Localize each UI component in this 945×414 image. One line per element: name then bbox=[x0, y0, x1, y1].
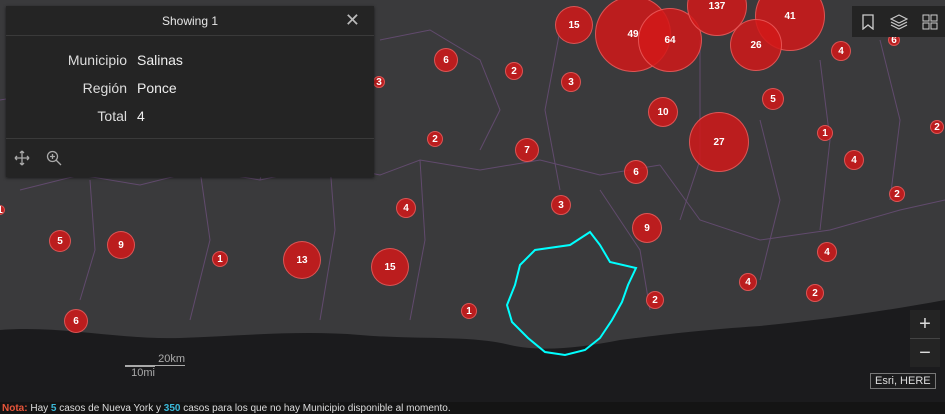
case-bubble[interactable]: 4 bbox=[844, 150, 864, 170]
case-bubble[interactable]: 4 bbox=[396, 198, 416, 218]
note-text-1: Hay bbox=[27, 403, 51, 414]
attr-key: Municipio bbox=[67, 52, 127, 68]
case-bubble[interactable]: 9 bbox=[107, 231, 135, 259]
case-bubble[interactable]: 1 bbox=[817, 125, 833, 141]
case-bubble[interactable]: 26 bbox=[730, 19, 782, 71]
scale-km-label: 20km bbox=[125, 353, 185, 366]
popup-title: Showing 1 bbox=[161, 13, 219, 28]
case-bubble[interactable]: 2 bbox=[505, 62, 523, 80]
case-bubble[interactable]: 3 bbox=[561, 72, 581, 92]
case-bubble[interactable]: 4 bbox=[831, 41, 851, 61]
case-bubble[interactable]: 15 bbox=[555, 6, 593, 44]
case-bubble[interactable]: 15 bbox=[371, 248, 409, 286]
case-bubble[interactable]: 3 bbox=[373, 76, 385, 88]
scale-mi-label: 10mi bbox=[125, 366, 155, 379]
popup-header: Showing 1 ✕ bbox=[6, 6, 374, 36]
attr-value: 4 bbox=[137, 108, 145, 124]
attr-row-region: Región Ponce bbox=[6, 74, 374, 102]
case-bubble[interactable]: 4 bbox=[817, 242, 837, 262]
case-bubble[interactable]: 7 bbox=[515, 138, 539, 162]
footer-note: Nota: Hay 5 casos de Nueva York y 350 ca… bbox=[0, 402, 945, 414]
attribution: Esri, HERE bbox=[870, 373, 936, 389]
attr-row-total: Total 4 bbox=[6, 102, 374, 130]
attr-key: Total bbox=[97, 108, 127, 124]
popup-attributes: Municipio Salinas Región Ponce Total 4 bbox=[6, 36, 374, 130]
case-bubble[interactable]: 9 bbox=[632, 213, 662, 243]
case-bubble[interactable]: 2 bbox=[930, 120, 944, 134]
case-bubble[interactable]: 6 bbox=[434, 48, 458, 72]
case-bubble[interactable]: 1 bbox=[212, 251, 228, 267]
attr-value: Salinas bbox=[137, 52, 183, 68]
case-bubble[interactable]: 13 bbox=[283, 241, 321, 279]
zoom-controls: + − bbox=[910, 310, 940, 367]
layers-icon[interactable] bbox=[883, 6, 914, 37]
zoom-to-icon[interactable] bbox=[38, 143, 70, 173]
popup-panel: Showing 1 ✕ Municipio Salinas Región Pon… bbox=[6, 6, 374, 177]
attr-key: Región bbox=[82, 80, 127, 96]
scale-bar: 20km 10mi bbox=[125, 353, 185, 379]
case-bubble[interactable]: 2 bbox=[646, 291, 664, 309]
case-bubble[interactable]: 4 bbox=[739, 273, 757, 291]
case-bubble[interactable]: 6 bbox=[64, 309, 88, 333]
case-bubble[interactable]: 6 bbox=[624, 160, 648, 184]
basemap-gallery-icon[interactable] bbox=[914, 6, 945, 37]
note-text-2: casos de Nueva York y bbox=[56, 403, 164, 414]
case-bubble[interactable]: 3 bbox=[551, 195, 571, 215]
popup-footer bbox=[6, 138, 374, 177]
attr-row-municipio: Municipio Salinas bbox=[6, 46, 374, 74]
case-bubble[interactable]: 2 bbox=[889, 186, 905, 202]
map-toolbar bbox=[852, 6, 945, 37]
pan-to-icon[interactable] bbox=[6, 143, 38, 173]
close-icon[interactable]: ✕ bbox=[345, 11, 360, 29]
case-bubble[interactable]: 2 bbox=[806, 284, 824, 302]
case-bubble[interactable]: 10 bbox=[648, 97, 678, 127]
case-bubble[interactable]: 5 bbox=[49, 230, 71, 252]
attr-value: Ponce bbox=[137, 80, 177, 96]
note-prefix: Nota: bbox=[2, 403, 28, 414]
bookmark-icon[interactable] bbox=[852, 6, 883, 37]
case-bubble[interactable]: 5 bbox=[762, 88, 784, 110]
zoom-out-button[interactable]: − bbox=[910, 338, 940, 367]
case-bubble[interactable]: 1 bbox=[461, 303, 477, 319]
zoom-in-button[interactable]: + bbox=[910, 310, 940, 338]
note-count-missing: 350 bbox=[163, 403, 181, 414]
case-bubble[interactable]: 2 bbox=[427, 131, 443, 147]
selected-municipality-outline bbox=[505, 230, 638, 357]
note-text-3: casos para los que no hay Municipio disp… bbox=[180, 403, 451, 414]
case-bubble[interactable]: 27 bbox=[689, 112, 749, 172]
